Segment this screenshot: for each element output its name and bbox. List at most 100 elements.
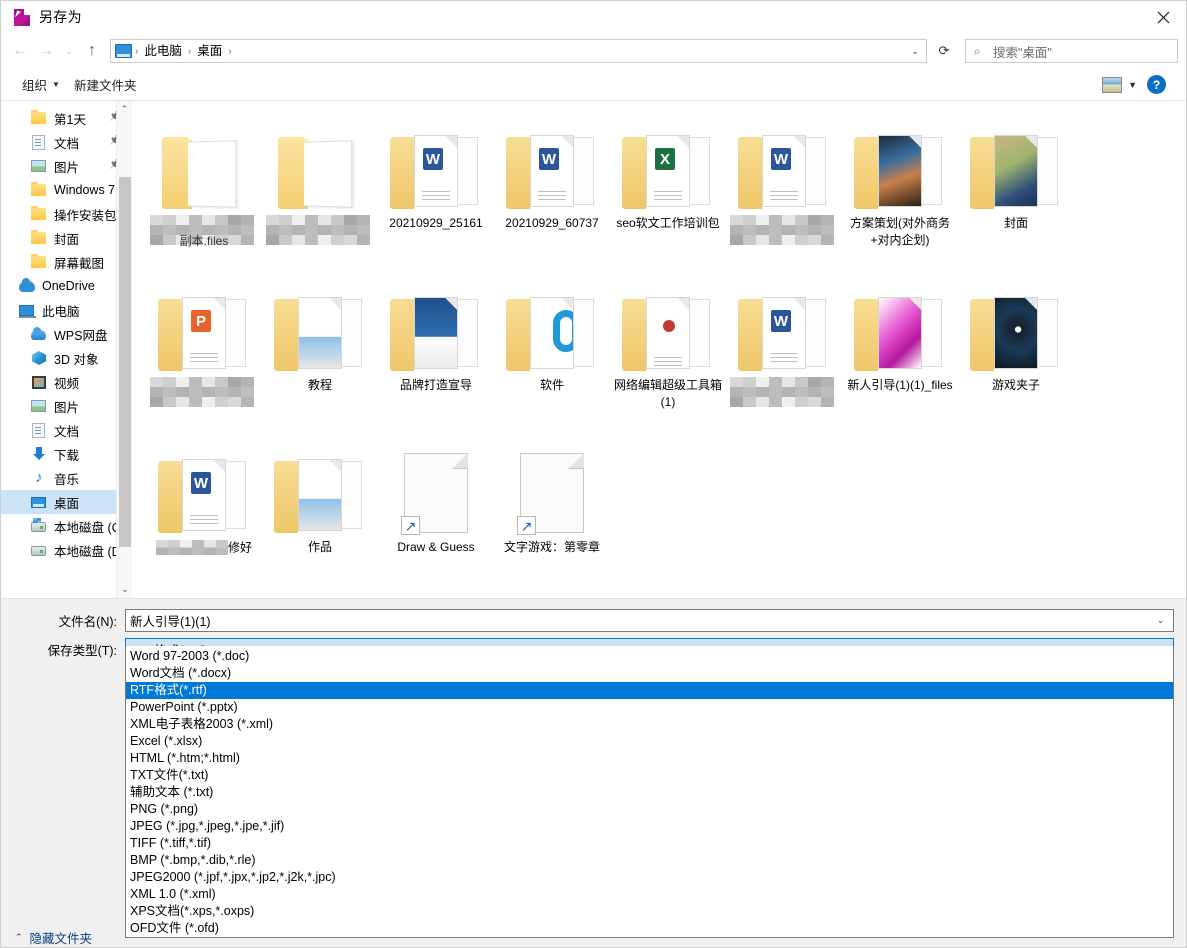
sidebar-item-6[interactable]: 屏幕截图	[1, 250, 132, 274]
filetype-option[interactable]: TXT文件(*.txt)	[126, 767, 1173, 784]
sidebar-item-11[interactable]: 视频	[1, 370, 132, 394]
scroll-down-icon[interactable]: ⌄	[117, 581, 132, 598]
scrollbar-thumb[interactable]	[119, 177, 131, 547]
sidebar-item-label: OneDrive	[42, 279, 95, 293]
filename-chevron-down-icon[interactable]: ⌄	[1148, 610, 1173, 631]
file-item[interactable]: 封面	[960, 109, 1072, 271]
sidebar-item-9[interactable]: WPS网盘	[1, 322, 132, 346]
file-grid: 副本.files W20210929_25161W20210929_60737Xs…	[132, 109, 1186, 595]
change-view-icon[interactable]	[1102, 77, 1122, 93]
file-name-label: 软件	[498, 377, 606, 394]
folder-photo-icon	[388, 275, 484, 371]
filetype-option[interactable]: PowerPoint (*.pptx)	[126, 699, 1173, 716]
folder-steam-icon	[968, 275, 1064, 371]
view-chevron-down-icon[interactable]: ▼	[1124, 80, 1145, 90]
file-item[interactable]: W修好	[148, 433, 260, 595]
breadcrumb-separator: ›	[227, 46, 232, 57]
command-bar: 组织 ▼ 新建文件夹 ▼ ?	[1, 69, 1186, 101]
file-item[interactable]: 游戏夹子	[960, 271, 1072, 433]
sidebar-item-1[interactable]: 文档📌	[1, 130, 132, 154]
file-item[interactable]: 教程	[264, 271, 376, 433]
filetype-option[interactable]: 辅助文本 (*.txt)	[126, 784, 1173, 801]
file-item[interactable]: 品牌打造宣导	[380, 271, 492, 433]
sidebar-item-10[interactable]: 3D 对象	[1, 346, 132, 370]
sidebar-item-12[interactable]: 图片	[1, 394, 132, 418]
file-item[interactable]: W20210929_25161	[380, 109, 492, 271]
sidebar-item-label: 文档	[54, 421, 79, 440]
address-bar[interactable]: › 此电脑 › 桌面 › ⌄	[110, 39, 927, 63]
scroll-up-icon[interactable]: ⌃	[117, 101, 132, 118]
sidebar-item-3[interactable]: Windows 7	[1, 178, 132, 202]
file-item[interactable]: 作品	[264, 433, 376, 595]
filetype-option[interactable]: XML电子表格2003 (*.xml)	[126, 716, 1173, 733]
filetype-option[interactable]: Excel (*.xlsx)	[126, 733, 1173, 750]
sidebar-item-16[interactable]: 桌面	[1, 490, 132, 514]
title-bar: 另存为	[1, 1, 1186, 33]
file-item[interactable]: 方案策划(对外商务+对内企划)	[844, 109, 956, 271]
file-item[interactable]: 软件	[496, 271, 608, 433]
organize-label: 组织	[22, 75, 47, 94]
search-box[interactable]: ⌕ 搜索"桌面"	[965, 39, 1178, 63]
close-button[interactable]	[1140, 1, 1186, 33]
file-item[interactable]: 新人引导(1)(1)_files	[844, 271, 956, 433]
address-dropdown-icon[interactable]: ⌄	[906, 46, 924, 57]
forward-button[interactable]: →	[33, 38, 59, 64]
filename-input[interactable]: 新人引导(1)(1) ⌄	[125, 609, 1174, 632]
up-button[interactable]: ↑	[79, 38, 105, 64]
file-item[interactable]: ↗文字游戏：第零章	[496, 433, 608, 573]
file-item[interactable]: W20210929_60737	[496, 109, 608, 271]
filetype-option[interactable]: Word 97-2003 (*.doc)	[126, 648, 1173, 665]
sidebar-item-7[interactable]: OneDrive	[1, 274, 132, 298]
filetype-option[interactable]: RTF格式(*.rtf)	[126, 682, 1173, 699]
file-item[interactable]: 网络编辑超级工具箱(1)	[612, 271, 724, 433]
folder-icon	[31, 254, 47, 270]
refresh-button[interactable]: ⟳	[931, 39, 957, 63]
recent-locations-button[interactable]: ⌄	[59, 38, 79, 64]
file-item[interactable]: 副本.files	[148, 109, 260, 271]
filetype-option[interactable]: Word文档 (*.docx)	[126, 665, 1173, 682]
filetype-option[interactable]: XPS文档(*.xps,*.oxps)	[126, 903, 1173, 920]
organize-button[interactable]: 组织 ▼	[15, 72, 67, 97]
filetype-option[interactable]: JPEG2000 (*.jpf,*.jpx,*.jp2,*.j2k,*.jpc)	[126, 869, 1173, 886]
file-item[interactable]	[264, 109, 376, 271]
sidebar-item-4[interactable]: 操作安装包	[1, 202, 132, 226]
filetype-option[interactable]: BMP (*.bmp,*.dib,*.rle)	[126, 852, 1173, 869]
filetype-option[interactable]: JPEG (*.jpg,*.jpeg,*.jpe,*.jif)	[126, 818, 1173, 835]
sidebar-item-14[interactable]: 下载	[1, 442, 132, 466]
file-item[interactable]: W	[728, 109, 840, 271]
new-folder-button[interactable]: 新建文件夹	[67, 72, 144, 97]
folder-icon	[31, 230, 47, 246]
sidebar-item-13[interactable]: 文档	[1, 418, 132, 442]
wps-cloud-icon	[31, 326, 47, 342]
page-corner	[452, 453, 468, 469]
hide-folders-button[interactable]: ⌃ 隐藏文件夹	[15, 928, 92, 947]
3d-objects-icon	[31, 350, 47, 366]
file-item[interactable]: Xseo软文工作培训包	[612, 109, 724, 271]
filename-value: 新人引导(1)(1)	[130, 611, 211, 630]
file-item[interactable]: W	[728, 271, 840, 433]
filetype-option[interactable]: PNG (*.png)	[126, 801, 1173, 818]
sidebar-item-15[interactable]: ♪音乐	[1, 466, 132, 490]
sidebar-item-18[interactable]: 本地磁盘 (D:)	[1, 538, 132, 562]
filetype-option[interactable]: XML 1.0 (*.xml)	[126, 886, 1173, 903]
file-list-pane[interactable]: 副本.files W20210929_25161W20210929_60737Xs…	[132, 101, 1186, 598]
sidebar-item-17[interactable]: 本地磁盘 (C:)	[1, 514, 132, 538]
file-item[interactable]: ↗Draw & Guess	[380, 433, 492, 573]
sidebar-item-0[interactable]: 第1天📌	[1, 106, 132, 130]
sidebar-item-2[interactable]: 图片📌	[1, 154, 132, 178]
filetype-dropdown-list[interactable]: Word 97-2003 (*.doc)Word文档 (*.docx)RTF格式…	[125, 646, 1174, 938]
help-button[interactable]: ?	[1147, 75, 1166, 94]
breadcrumb-this-pc[interactable]: 此电脑	[139, 40, 187, 62]
breadcrumb-desktop[interactable]: 桌面	[192, 40, 227, 62]
file-item[interactable]: P	[148, 271, 260, 433]
navigation-list: 第1天📌文档📌图片📌Windows 7操作安装包封面屏幕截图 OneDrive 此电…	[1, 106, 132, 562]
file-name-label: 游戏夹子	[962, 377, 1070, 394]
folder-media-icon	[272, 437, 368, 533]
sidebar-scrollbar[interactable]: ⌃ ⌄	[116, 101, 132, 598]
sidebar-item-5[interactable]: 封面	[1, 226, 132, 250]
back-button[interactable]: ←	[7, 38, 33, 64]
filetype-option[interactable]: TIFF (*.tiff,*.tif)	[126, 835, 1173, 852]
sidebar-item-8[interactable]: 此电脑	[1, 298, 132, 322]
filetype-option[interactable]: OFD文件 (*.ofd)	[126, 920, 1173, 937]
filetype-option[interactable]: HTML (*.htm;*.html)	[126, 750, 1173, 767]
